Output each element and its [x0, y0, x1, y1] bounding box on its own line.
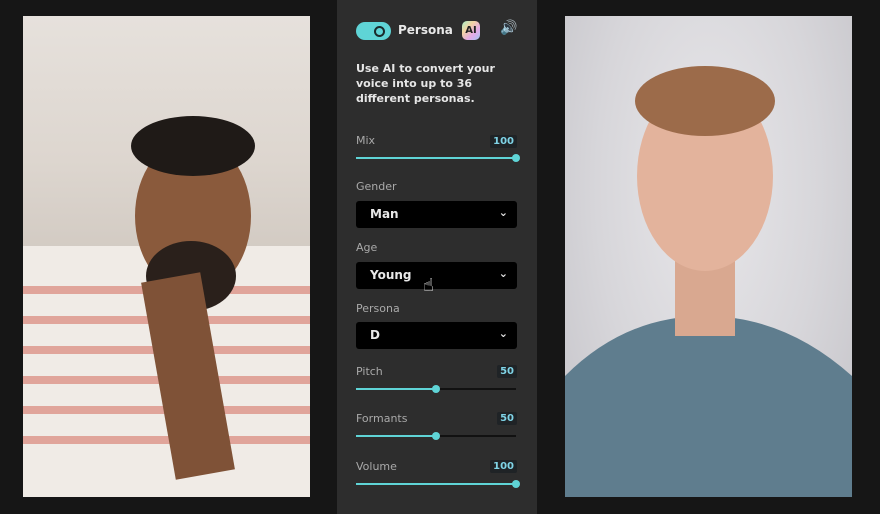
hand-cursor-icon: ☝	[423, 275, 434, 296]
persona-select[interactable]: D ⌄	[356, 322, 517, 349]
speaker-icon[interactable]: 🔊	[500, 20, 517, 36]
formants-slider[interactable]	[356, 432, 516, 440]
volume-value: 100	[490, 460, 517, 473]
mix-value: 100	[490, 135, 517, 148]
ai-icon[interactable]: AI	[462, 21, 480, 40]
chevron-down-icon: ⌄	[498, 327, 508, 340]
person-right-image	[565, 66, 852, 497]
gender-label: Gender	[356, 180, 397, 193]
age-label: Age	[356, 241, 378, 254]
persona-toggle[interactable]	[356, 22, 391, 40]
gender-select[interactable]: Man ⌄	[356, 201, 517, 228]
persona-selected-value: D	[370, 328, 380, 342]
target-persona-photo	[565, 16, 852, 497]
toggle-knob	[374, 26, 385, 37]
formants-slider-thumb[interactable]	[432, 432, 440, 440]
panel-title: Persona	[398, 23, 453, 37]
mix-slider[interactable]	[356, 154, 520, 162]
chevron-down-icon: ⌄	[498, 206, 508, 219]
age-selected-value: Young	[370, 268, 412, 282]
pitch-slider-thumb[interactable]	[432, 385, 440, 393]
person-left-image	[23, 116, 310, 497]
age-select[interactable]: Young ⌄	[356, 262, 517, 289]
formants-slider-fill	[356, 435, 436, 437]
volume-slider-fill	[356, 483, 516, 485]
pitch-value: 50	[497, 365, 517, 378]
persona-label: Persona	[356, 302, 400, 315]
volume-slider-thumb[interactable]	[512, 480, 520, 488]
pitch-slider-fill	[356, 388, 436, 390]
mix-slider-thumb[interactable]	[512, 154, 520, 162]
volume-label: Volume	[356, 460, 397, 473]
formants-value: 50	[497, 412, 517, 425]
mix-slider-fill	[356, 157, 516, 159]
gender-selected-value: Man	[370, 207, 399, 221]
chevron-down-icon: ⌄	[498, 267, 508, 280]
persona-control-panel: Persona AI 🔊 Use AI to convert your voic…	[337, 0, 537, 514]
source-video-photo	[23, 16, 310, 497]
formants-label: Formants	[356, 412, 408, 425]
mix-label: Mix	[356, 134, 376, 147]
volume-slider[interactable]	[356, 480, 520, 488]
pitch-slider[interactable]	[356, 385, 516, 393]
panel-description: Use AI to convert your voice into up to …	[356, 62, 495, 105]
pitch-label: Pitch	[356, 365, 383, 378]
